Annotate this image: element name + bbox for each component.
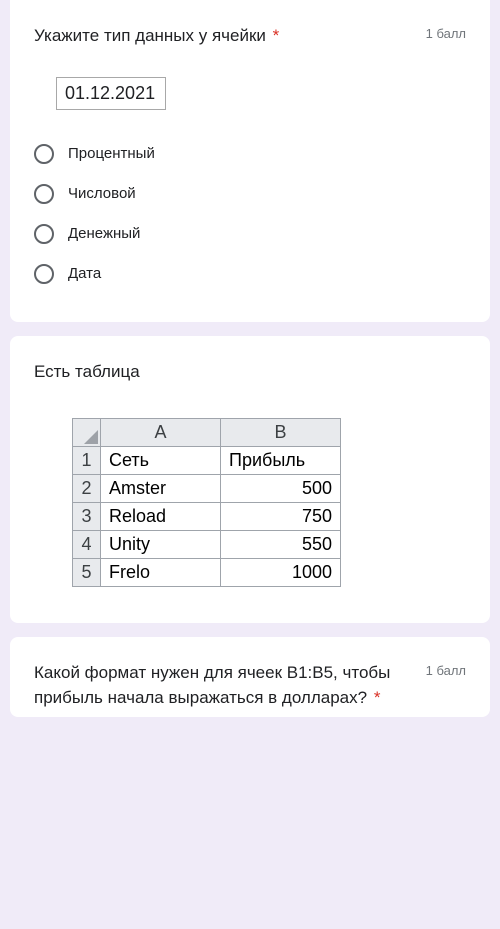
radio-option-3[interactable]: Дата	[34, 254, 466, 294]
cell-b: 500	[221, 475, 341, 503]
row-header: 1	[73, 447, 101, 475]
radio-option-2[interactable]: Денежный	[34, 214, 466, 254]
col-header-b: B	[221, 419, 341, 447]
cell-a: Frelo	[101, 559, 221, 587]
radio-option-1[interactable]: Числовой	[34, 174, 466, 214]
required-mark: *	[273, 26, 280, 45]
question-title: Укажите тип данных у ячейки *	[34, 24, 426, 49]
radio-icon	[34, 264, 54, 284]
option-label: Дата	[68, 265, 101, 282]
info-title: Есть таблица	[34, 360, 466, 385]
table-row: 3 Reload 750	[73, 503, 341, 531]
cell-b: 750	[221, 503, 341, 531]
col-header-row: A B	[73, 419, 341, 447]
question-title-text: Какой формат нужен для ячеек B1:B5, чтоб…	[34, 663, 390, 707]
option-label: Процентный	[68, 145, 155, 162]
row-header: 3	[73, 503, 101, 531]
question-header: Укажите тип данных у ячейки * 1 балл	[34, 24, 466, 49]
cell-b: 550	[221, 531, 341, 559]
question-header: Какой формат нужен для ячеек B1:B5, чтоб…	[34, 661, 466, 710]
radio-icon	[34, 144, 54, 164]
spreadsheet-table: A B 1 Сеть Прибыль 2 Amster 500 3 Reload…	[72, 418, 341, 587]
option-label: Денежный	[68, 225, 140, 242]
cell-a: Сеть	[101, 447, 221, 475]
question-title: Какой формат нужен для ячеек B1:B5, чтоб…	[34, 661, 426, 710]
spreadsheet: A B 1 Сеть Прибыль 2 Amster 500 3 Reload…	[34, 404, 466, 595]
table-row: 1 Сеть Прибыль	[73, 447, 341, 475]
row-header: 2	[73, 475, 101, 503]
radio-icon	[34, 184, 54, 204]
cell-a: Unity	[101, 531, 221, 559]
table-row: 4 Unity 550	[73, 531, 341, 559]
required-mark: *	[374, 688, 381, 707]
cell-b: Прибыль	[221, 447, 341, 475]
col-header-a: A	[101, 419, 221, 447]
radio-icon	[34, 224, 54, 244]
question-card-1: Укажите тип данных у ячейки * 1 балл 01.…	[10, 0, 490, 322]
question-points: 1 балл	[426, 661, 466, 678]
question-card-2: Какой формат нужен для ячеек B1:B5, чтоб…	[10, 637, 490, 716]
cell-a: Reload	[101, 503, 221, 531]
cell-sample: 01.12.2021	[56, 77, 166, 110]
info-card: Есть таблица A B 1 Сеть Прибыль 2 Amster…	[10, 336, 490, 624]
row-header: 4	[73, 531, 101, 559]
radio-option-0[interactable]: Процентный	[34, 134, 466, 174]
question-title-text: Укажите тип данных у ячейки	[34, 26, 266, 45]
cell-a: Amster	[101, 475, 221, 503]
sheet-corner-icon	[73, 419, 101, 447]
option-label: Числовой	[68, 185, 136, 202]
cell-b: 1000	[221, 559, 341, 587]
row-header: 5	[73, 559, 101, 587]
table-row: 2 Amster 500	[73, 475, 341, 503]
question-points: 1 балл	[426, 24, 466, 41]
table-row: 5 Frelo 1000	[73, 559, 341, 587]
